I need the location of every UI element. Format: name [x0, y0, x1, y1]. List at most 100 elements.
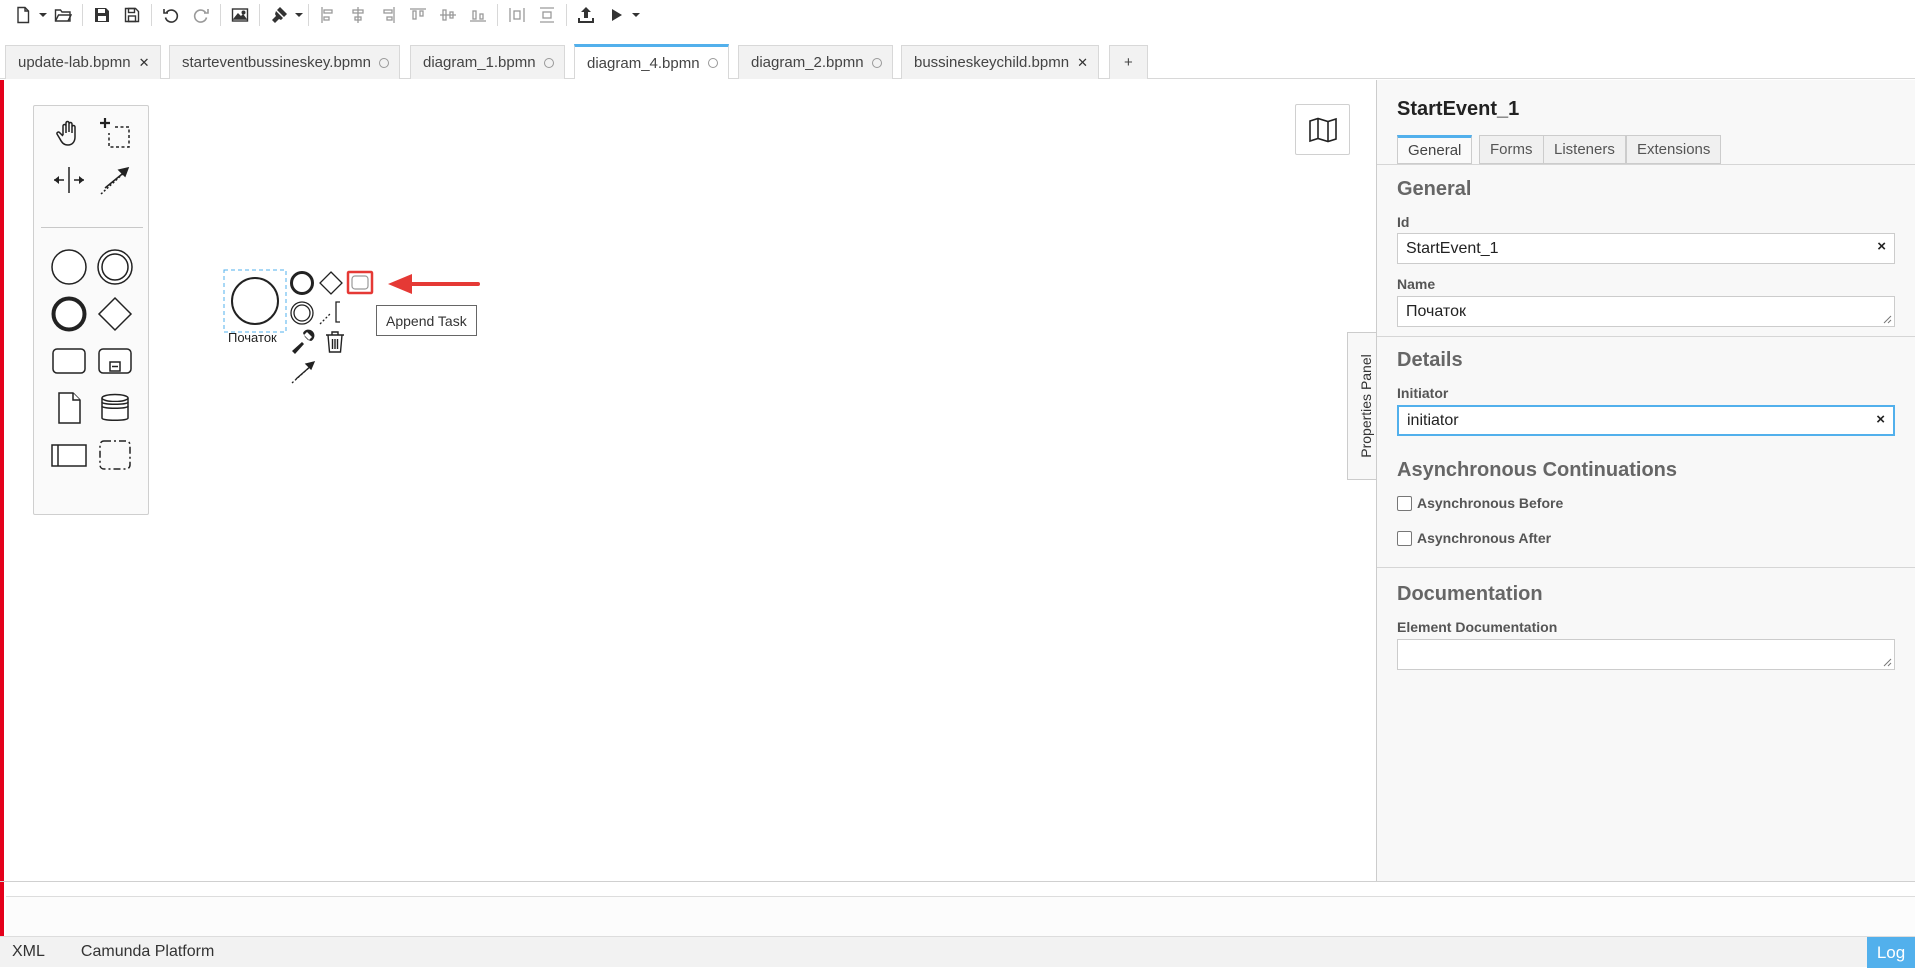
subprocess-tool-icon[interactable] [93, 339, 137, 383]
clear-id-icon[interactable]: × [1877, 238, 1886, 255]
async-heading: Asynchronous Continuations [1397, 459, 1677, 481]
gateway-tool-icon[interactable] [93, 292, 137, 336]
align-left-icon[interactable] [313, 1, 343, 29]
text-annotation-icon[interactable] [318, 298, 346, 331]
data-store-tool-icon[interactable] [93, 386, 137, 430]
append-intermediate-event-icon[interactable] [289, 300, 315, 331]
name-field[interactable]: Початок [1397, 296, 1895, 327]
tab-diagram-4[interactable]: diagram_4.bpmn [574, 44, 729, 79]
start-event-tool-icon[interactable] [47, 245, 91, 289]
initiator-label: Initiator [1397, 385, 1449, 401]
append-task-icon[interactable] [346, 270, 374, 301]
open-folder-icon[interactable] [48, 1, 78, 29]
documentation-heading: Documentation [1397, 583, 1543, 605]
run-dropdown-icon[interactable] [631, 1, 641, 29]
palette-separator [41, 227, 143, 228]
tab-bussineskeychild[interactable]: bussineskeychild.bpmn ✕ [901, 45, 1099, 79]
initiator-field[interactable]: initiator × [1397, 405, 1895, 436]
toolbar-separator [82, 4, 83, 26]
save-icon[interactable] [87, 1, 117, 29]
async-before-label: Asynchronous Before [1417, 495, 1564, 511]
end-event-tool-icon[interactable] [47, 292, 91, 336]
delete-trash-icon[interactable] [324, 330, 346, 359]
resize-handle-icon[interactable] [1882, 657, 1892, 667]
group-tool-icon[interactable] [93, 433, 137, 477]
align-middle-icon[interactable] [433, 1, 463, 29]
tab-starteventbussineskey[interactable]: starteventbussineskey.bpmn [169, 45, 400, 79]
lasso-tool-icon[interactable] [93, 112, 137, 156]
unsaved-dot-icon [707, 58, 718, 68]
intermediate-event-tool-icon[interactable] [93, 245, 137, 289]
tab-label: bussineskeychild.bpmn [914, 54, 1070, 71]
unsaved-dot-icon [543, 57, 554, 68]
color-brush-icon[interactable] [264, 1, 294, 29]
tab-diagram-1[interactable]: diagram_1.bpmn [410, 45, 565, 79]
hand-tool-icon[interactable] [47, 112, 91, 156]
checkbox-box[interactable] [1397, 495, 1412, 511]
save-as-icon[interactable] [117, 1, 147, 29]
element-id-title: StartEvent_1 [1397, 98, 1520, 120]
run-icon[interactable] [601, 1, 631, 29]
left-accent-bar [0, 80, 4, 967]
properties-tabs: General Forms Listeners Extensions [1397, 135, 1915, 165]
deploy-icon[interactable] [571, 1, 601, 29]
details-heading: Details [1397, 349, 1463, 371]
pool-tool-icon[interactable] [47, 433, 91, 477]
distribute-horizontal-icon[interactable] [502, 1, 532, 29]
checkbox-box[interactable] [1397, 530, 1412, 546]
name-value: Початок [1406, 302, 1466, 320]
xml-tab[interactable]: XML [12, 943, 45, 961]
tab-label: diagram_2.bpmn [751, 54, 864, 71]
data-object-tool-icon[interactable] [47, 386, 91, 430]
clear-initiator-icon[interactable]: × [1876, 411, 1885, 428]
initiator-value: initiator [1407, 411, 1459, 429]
name-label: Name [1397, 276, 1436, 292]
diagram-canvas[interactable]: Початок Append Task Properties Panel [6, 80, 1383, 881]
export-image-icon[interactable] [225, 1, 255, 29]
plus-icon: + [1124, 54, 1133, 71]
tab-forms[interactable]: Forms [1479, 135, 1544, 164]
tab-diagram-2[interactable]: diagram_2.bpmn [738, 45, 893, 79]
log-button[interactable]: Log [1867, 937, 1915, 968]
append-gateway-icon[interactable] [318, 270, 344, 301]
log-area [6, 896, 1915, 936]
start-event-element[interactable] [223, 269, 287, 338]
resize-handle-icon[interactable] [1882, 314, 1892, 324]
connect-arrow-icon[interactable] [290, 357, 318, 390]
async-after-checkbox[interactable]: Asynchronous After [1397, 530, 1551, 546]
align-right-icon[interactable] [373, 1, 403, 29]
tab-label: starteventbussineskey.bpmn [182, 54, 371, 71]
task-tool-icon[interactable] [47, 339, 91, 383]
toolbar-separator [151, 4, 152, 26]
append-end-event-icon[interactable] [289, 270, 315, 301]
tab-listeners[interactable]: Listeners [1543, 135, 1626, 164]
align-bottom-icon[interactable] [463, 1, 493, 29]
toolbar [0, 0, 1915, 30]
close-icon[interactable]: ✕ [139, 55, 150, 71]
color-dropdown-icon[interactable] [294, 1, 304, 29]
align-top-icon[interactable] [403, 1, 433, 29]
id-value: StartEvent_1 [1406, 239, 1499, 257]
async-after-label: Asynchronous After [1417, 530, 1552, 546]
platform-label[interactable]: Camunda Platform [81, 943, 214, 961]
space-tool-icon[interactable] [47, 158, 91, 202]
change-type-wrench-icon[interactable] [290, 329, 316, 360]
distribute-vertical-icon[interactable] [532, 1, 562, 29]
global-connect-tool-icon[interactable] [93, 158, 137, 202]
close-icon[interactable]: ✕ [1077, 55, 1088, 71]
minimap-toggle-button[interactable] [1295, 104, 1350, 155]
tab-update-lab[interactable]: update-lab.bpmn ✕ [5, 45, 161, 79]
new-file-icon[interactable] [8, 1, 38, 29]
new-file-dropdown-icon[interactable] [38, 1, 48, 29]
async-before-checkbox[interactable]: Asynchronous Before [1397, 495, 1563, 511]
id-field[interactable]: StartEvent_1 × [1397, 233, 1895, 264]
general-heading: General [1397, 178, 1472, 200]
tool-palette [33, 105, 149, 515]
new-tab-button[interactable]: + [1109, 45, 1148, 79]
redo-icon[interactable] [186, 1, 216, 29]
align-center-icon[interactable] [343, 1, 373, 29]
tab-extensions[interactable]: Extensions [1626, 135, 1722, 164]
element-documentation-field[interactable] [1397, 639, 1895, 670]
undo-icon[interactable] [156, 1, 186, 29]
tab-general[interactable]: General [1397, 135, 1473, 164]
